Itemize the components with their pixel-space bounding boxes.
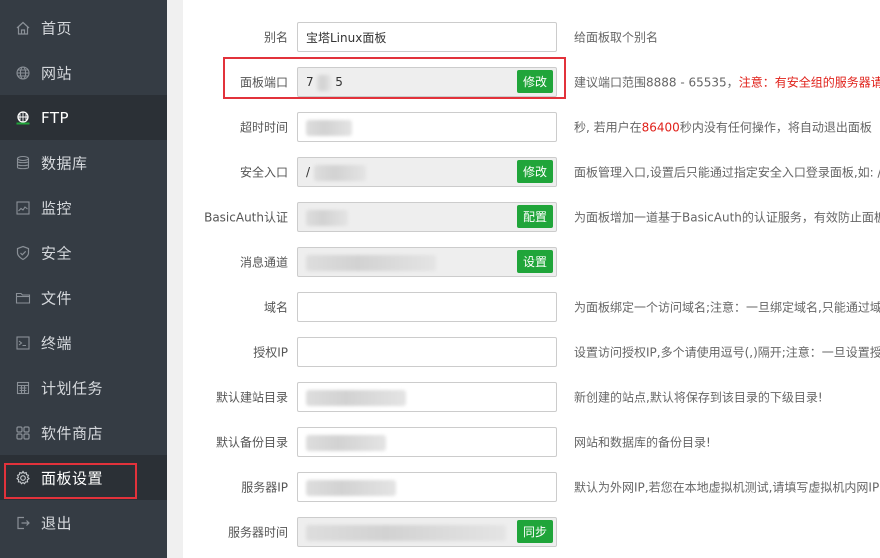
gear-icon (14, 469, 32, 487)
setting-row-security-entry: 安全入口 / 修改 面板管理入口,设置后只能通过指定安全入口登录面板,如: / (183, 157, 880, 187)
field-hint: 建议端口范围8888 - 65535，注意：有安全组的服务器请提 (574, 75, 880, 90)
sidebar-item-home[interactable]: 首页 (0, 5, 167, 50)
folder-icon (14, 289, 32, 307)
field-label: 默认备份目录 (215, 435, 288, 450)
setting-row-domain: 域名 为面板绑定一个访问域名;注意：一旦绑定域名,只能通过域 (183, 292, 880, 322)
field-label: 授权IP (253, 345, 288, 360)
globe-icon (14, 64, 32, 82)
field-hint: 新创建的站点,默认将保存到该目录的下级目录! (574, 390, 823, 405)
redacted-value (313, 164, 366, 181)
sidebar-item-files[interactable]: 文件 (0, 275, 167, 320)
field-label: 域名 (263, 300, 288, 315)
field-hint: 秒, 若用户在86400秒内没有任何操作，将自动退出面板 (574, 120, 872, 135)
modify-security-entry-button[interactable]: 修改 (517, 160, 553, 183)
field-label: 面板端口 (239, 75, 288, 90)
sidebar-gutter (167, 0, 183, 558)
setting-row-port: 面板端口 7 5 修改 建议端口范围8888 - 65535，注意：有安全组的服… (183, 67, 880, 97)
redacted-value (306, 209, 348, 226)
server-ip-input[interactable] (297, 472, 557, 502)
setting-row-server-ip: 服务器IP 默认为外网IP,若您在本地虚拟机测试,请填写虚拟机内网IP (183, 472, 880, 502)
setting-row-timeout: 超时时间 秒, 若用户在86400秒内没有任何操作，将自动退出面板 (183, 112, 880, 142)
sidebar-item-label: 终端 (41, 334, 73, 352)
field-hint: 为面板增加一道基于BasicAuth的认证服务，有效防止面板 (574, 210, 880, 225)
field-label: 服务器IP (241, 480, 288, 495)
panel-settings-form: 别名 给面板取个别名 面板端口 7 5 修改 建议端口范围8888 - 6553… (183, 0, 880, 558)
domain-input[interactable] (297, 292, 557, 322)
sidebar-item-label: 安全 (41, 244, 73, 262)
timeout-input[interactable] (297, 112, 557, 142)
field-label: 默认建站目录 (215, 390, 288, 405)
sidebar: 首页 网站 FTP 数据库 监控 安全 文件 终端 计划任务 软件商店 面板设置… (0, 0, 167, 558)
redacted-value (306, 434, 386, 451)
setting-row-basic-auth: BasicAuth认证 配置 为面板增加一道基于BasicAuth的认证服务，有… (183, 202, 880, 232)
field-label: BasicAuth认证 (204, 210, 288, 225)
sidebar-item-label: 首页 (41, 19, 73, 37)
database-icon (14, 154, 32, 172)
field-label: 超时时间 (239, 120, 288, 135)
setting-row-alias: 别名 给面板取个别名 (183, 22, 880, 52)
sidebar-item-label: 面板设置 (41, 469, 104, 487)
field-label: 消息通道 (239, 255, 288, 270)
sidebar-item-website[interactable]: 网站 (0, 50, 167, 95)
sidebar-item-label: 数据库 (41, 154, 88, 172)
sidebar-item-label: 文件 (41, 289, 73, 307)
sidebar-item-label: 监控 (41, 199, 73, 217)
backup-dir-input[interactable] (297, 427, 557, 457)
setting-row-message-channel: 消息通道 设置 (183, 247, 880, 277)
field-hint: 设置访问授权IP,多个请使用逗号(,)隔开;注意：一旦设置授 (574, 345, 880, 360)
sidebar-item-logout[interactable]: 退出 (0, 500, 167, 545)
redacted-value (306, 119, 352, 136)
monitor-icon (14, 199, 32, 217)
sidebar-item-label: 网站 (41, 64, 73, 82)
terminal-icon (14, 334, 32, 352)
redacted-value (306, 524, 506, 541)
shield-icon (14, 244, 32, 262)
sidebar-item-terminal[interactable]: 终端 (0, 320, 167, 365)
setting-row-backup-dir: 默认备份目录 网站和数据库的备份目录! (183, 427, 880, 457)
redacted-value (317, 74, 332, 91)
auth-ip-input[interactable] (297, 337, 557, 367)
field-hint: 默认为外网IP,若您在本地虚拟机测试,请填写虚拟机内网IP (574, 480, 880, 495)
configure-basic-auth-button[interactable]: 配置 (517, 205, 553, 228)
sidebar-item-label: 计划任务 (41, 379, 104, 397)
sidebar-item-database[interactable]: 数据库 (0, 140, 167, 185)
modify-port-button[interactable]: 修改 (517, 70, 553, 93)
field-label: 安全入口 (239, 165, 288, 180)
field-label: 服务器时间 (227, 525, 288, 540)
redacted-value (306, 389, 406, 406)
field-hint: 给面板取个别名 (574, 30, 659, 45)
sidebar-item-cron[interactable]: 计划任务 (0, 365, 167, 410)
setting-row-server-time: 服务器时间 同步 (183, 517, 880, 547)
ftp-icon (14, 109, 32, 127)
sidebar-item-store[interactable]: 软件商店 (0, 410, 167, 455)
field-hint: 面板管理入口,设置后只能通过指定安全入口登录面板,如: / (574, 165, 880, 180)
sidebar-item-ftp[interactable]: FTP (0, 95, 167, 140)
redacted-value (306, 479, 396, 496)
calendar-icon (14, 379, 32, 397)
field-label: 别名 (263, 30, 288, 45)
sync-time-button[interactable]: 同步 (517, 520, 553, 543)
field-hint: 网站和数据库的备份目录! (574, 435, 711, 450)
redacted-value (306, 254, 436, 271)
field-hint: 为面板绑定一个访问域名;注意：一旦绑定域名,只能通过域 (574, 300, 880, 315)
alias-input[interactable] (297, 22, 557, 52)
setting-row-auth-ip: 授权IP 设置访问授权IP,多个请使用逗号(,)隔开;注意：一旦设置授 (183, 337, 880, 367)
setting-row-site-dir: 默认建站目录 新创建的站点,默认将保存到该目录的下级目录! (183, 382, 880, 412)
logout-icon (14, 514, 32, 532)
site-dir-input[interactable] (297, 382, 557, 412)
sidebar-item-label: FTP (41, 108, 70, 127)
home-icon (14, 19, 32, 37)
grid-icon (14, 424, 32, 442)
sidebar-item-monitor[interactable]: 监控 (0, 185, 167, 230)
sidebar-item-label: 软件商店 (41, 424, 104, 442)
sidebar-item-panel-settings[interactable]: 面板设置 (0, 455, 167, 500)
sidebar-item-security[interactable]: 安全 (0, 230, 167, 275)
sidebar-item-label: 退出 (41, 514, 73, 532)
configure-message-channel-button[interactable]: 设置 (517, 250, 553, 273)
